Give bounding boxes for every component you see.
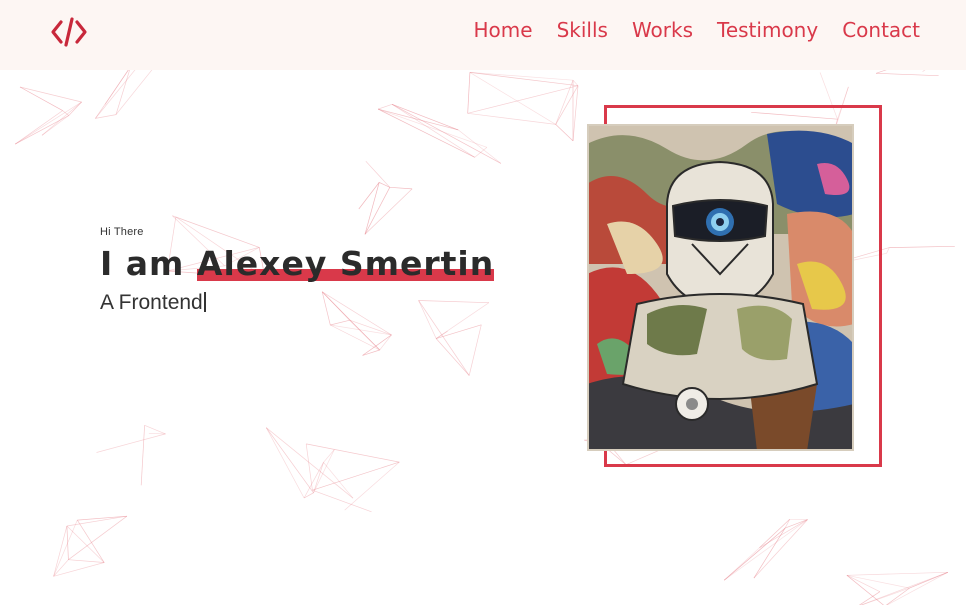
network-line [467,72,471,114]
network-line [19,86,63,111]
network-line [846,571,948,576]
network-line [391,103,459,131]
network-line [723,519,808,581]
network-line [362,334,392,356]
network-line [53,519,78,577]
network-line [265,427,305,499]
network-line [95,66,131,119]
network-line [860,571,948,605]
network-line [379,182,390,188]
network-line [909,571,948,589]
network-line [68,559,105,563]
headline-prefix: I am [100,244,185,283]
network-line [889,245,955,248]
network-line [344,461,400,511]
network-line [436,324,482,339]
network-line [306,443,400,463]
network-line [555,80,574,125]
nav-contact[interactable]: Contact [842,18,920,42]
nav-skills[interactable]: Skills [557,18,608,42]
network-line [377,108,475,158]
nav-home[interactable]: Home [474,18,533,42]
network-line [391,103,502,164]
headline: I am Alexey Smertin [100,244,495,283]
role-line: A Frontend [100,291,494,315]
network-line [14,110,63,145]
network-line [66,515,127,527]
network-line [468,324,482,376]
network-line [885,587,910,605]
network-line [378,108,459,131]
network-line [68,515,128,560]
network-line [391,104,475,158]
network-line [77,515,127,521]
network-line [305,443,313,491]
network-line [469,72,556,125]
network-line [362,349,380,356]
network-line [144,424,166,435]
name-text: Alexey Smertin [196,244,495,283]
network-line [349,319,392,336]
network-line [358,182,380,210]
network-line [115,64,157,115]
site-header: Home Skills Works Testimony Contact [0,0,966,70]
network-line [846,574,910,589]
network-line [77,519,105,563]
network-line [846,574,881,593]
network-line [148,433,166,435]
network-line [435,338,470,376]
network-line [436,330,448,339]
network-line [572,85,579,141]
network-line [474,147,488,158]
network-line [858,591,881,605]
nav-works[interactable]: Works [632,18,693,42]
network-line [19,86,82,103]
network-line [753,519,808,579]
network-line [53,562,105,577]
nav-testimony[interactable]: Testimony [717,18,818,42]
main-nav: Home Skills Works Testimony Contact [474,18,921,42]
network-line [389,186,413,190]
page: Home Skills Works Testimony Contact Hi T… [0,0,966,605]
code-brackets-icon[interactable] [50,14,88,50]
network-line [312,489,372,513]
network-line [753,527,786,579]
network-line [457,129,502,164]
network-line [41,101,82,136]
name-highlight: Alexey Smertin [196,244,495,283]
network-line [140,425,145,486]
network-line [886,571,948,605]
network-line [365,160,391,188]
network-line [66,525,69,560]
network-line [876,72,939,77]
network-line [379,334,392,351]
typing-cursor [203,292,206,312]
network-line [95,114,117,119]
hero-section: Hi There I am Alexey Smertin A Frontend [100,226,495,315]
network-line [555,124,574,142]
network-line [377,108,488,148]
network-line [15,101,82,145]
network-line [330,319,350,326]
network-line [467,112,556,125]
network-line [323,462,354,499]
network-line [377,103,393,110]
network-line [555,85,579,125]
portrait-image [587,124,854,451]
greeting-text: Hi There [100,226,144,238]
role-text: A Frontend [100,291,203,314]
network-line [96,433,166,453]
